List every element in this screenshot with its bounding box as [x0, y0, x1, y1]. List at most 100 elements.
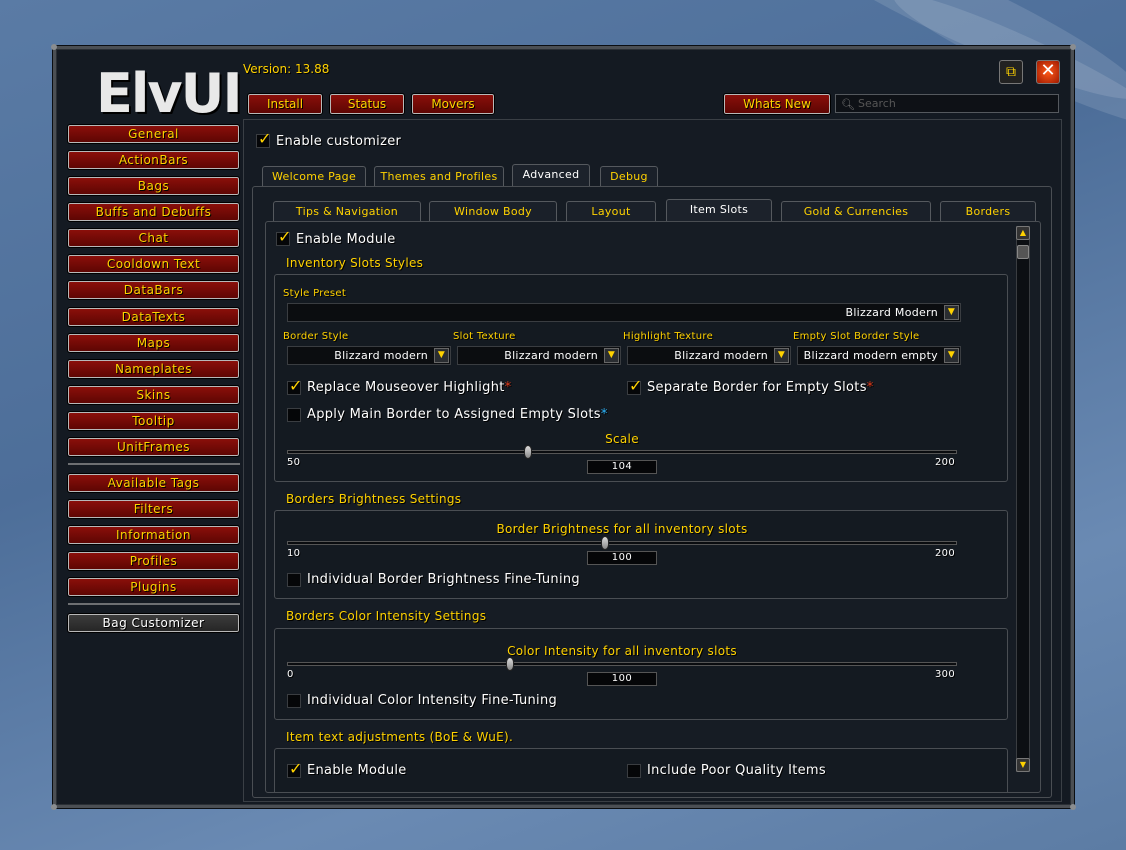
replace-mouseover-label: Replace Mouseover Highlight* [307, 380, 512, 395]
brightness-fine-tune-checkbox[interactable] [287, 573, 301, 587]
separate-border-checkbox[interactable]: ✓ [627, 376, 642, 395]
nav-information[interactable]: Information [67, 525, 240, 545]
nav-buffs-debuffs[interactable]: Buffs and Debuffs [67, 202, 240, 222]
tab-borders[interactable]: Borders [940, 201, 1036, 221]
brightness-value-input[interactable]: 100 [587, 551, 657, 565]
nav-divider [68, 603, 240, 605]
brightness-slider[interactable] [287, 536, 957, 550]
empty-slot-border-dropdown[interactable]: Blizzard modern empty ▼ [797, 346, 961, 365]
search-icon: 🔍︎ [841, 98, 855, 111]
whats-new-button[interactable]: Whats New [723, 93, 831, 115]
install-button[interactable]: Install [247, 93, 323, 115]
nav-bag-customizer[interactable]: Bag Customizer [67, 613, 240, 633]
status-button[interactable]: Status [329, 93, 405, 115]
tab-welcome-page[interactable]: Welcome Page [262, 166, 366, 186]
style-preset-dropdown[interactable]: Blizzard Modern ▼ [287, 303, 961, 322]
intensity-fine-tune-checkbox[interactable] [287, 694, 301, 708]
check-icon: ✓ [289, 759, 303, 778]
toggle-size-icon[interactable]: ⧉ [999, 60, 1023, 84]
highlight-texture-dropdown[interactable]: Blizzard modern ▼ [627, 346, 791, 365]
tab-debug[interactable]: Debug [600, 166, 658, 186]
resize-handle[interactable] [1070, 804, 1076, 810]
tab-layout[interactable]: Layout [566, 201, 656, 221]
tab-window-body[interactable]: Window Body [429, 201, 557, 221]
search-input[interactable]: 🔍︎ Search [835, 94, 1059, 113]
close-icon[interactable]: ✕ [1036, 60, 1060, 84]
border-style-dropdown[interactable]: Blizzard modern ▼ [287, 346, 451, 365]
border-style-label: Border Style [283, 331, 349, 342]
intensity-min: 0 [287, 669, 294, 680]
scroll-down-icon[interactable]: ▼ [1016, 758, 1030, 772]
elvui-logo: ElvUI [96, 62, 243, 125]
style-preset-label: Style Preset [283, 288, 347, 299]
nav-available-tags[interactable]: Available Tags [67, 473, 240, 493]
intensity-value-input[interactable]: 100 [587, 672, 657, 686]
inventory-slots-title: Inventory Slots Styles [286, 256, 424, 270]
nav-unitframes[interactable]: UnitFrames [67, 437, 240, 457]
dropdown-arrow-icon: ▼ [434, 348, 449, 363]
nav-profiles[interactable]: Profiles [67, 551, 240, 571]
slider-thumb[interactable] [506, 657, 515, 671]
dropdown-arrow-icon: ▼ [604, 348, 619, 363]
window-corner [51, 44, 57, 50]
intensity-group: Color Intensity for all inventory slots … [274, 628, 1008, 720]
intensity-max: 300 [935, 669, 955, 680]
enable-customizer-label: Enable customizer [276, 134, 402, 149]
check-icon: ✓ [258, 129, 272, 148]
intensity-slider[interactable] [287, 657, 957, 671]
nav-databars[interactable]: DataBars [67, 280, 240, 300]
slot-texture-dropdown[interactable]: Blizzard modern ▼ [457, 346, 621, 365]
tab-themes-profiles[interactable]: Themes and Profiles [374, 166, 504, 186]
scrollbar[interactable]: ▲ ▼ [1016, 226, 1030, 772]
dropdown-arrow-icon: ▼ [944, 305, 959, 320]
enable-customizer-checkbox[interactable]: ✓ [256, 129, 271, 148]
replace-mouseover-checkbox[interactable]: ✓ [287, 376, 302, 395]
intensity-slider-label: Color Intensity for all inventory slots [507, 644, 737, 658]
intensity-title: Borders Color Intensity Settings [286, 609, 487, 623]
item-text-enable-checkbox[interactable]: ✓ [287, 759, 302, 778]
window-corner [1070, 44, 1076, 50]
nav-actionbars[interactable]: ActionBars [67, 150, 240, 170]
elvui-config-window: ElvUI General ActionBars Bags Buffs and … [51, 44, 1076, 810]
scale-value-input[interactable]: 104 [587, 460, 657, 474]
nav-chat[interactable]: Chat [67, 228, 240, 248]
scrollbar-thumb[interactable] [1017, 245, 1029, 259]
nav-cooldown-text[interactable]: Cooldown Text [67, 254, 240, 274]
scale-slider[interactable] [287, 445, 957, 459]
brightness-group: Border Brightness for all inventory slot… [274, 510, 1008, 599]
highlight-texture-label: Highlight Texture [623, 331, 714, 342]
apply-main-border-checkbox[interactable] [287, 408, 301, 422]
item-text-enable-label: Enable Module [307, 763, 407, 778]
nav-tooltip[interactable]: Tooltip [67, 411, 240, 431]
nav-divider [68, 463, 240, 465]
slot-texture-label: Slot Texture [453, 331, 516, 342]
nav-skins[interactable]: Skins [67, 385, 240, 405]
enable-module-checkbox[interactable]: ✓ [276, 227, 291, 246]
movers-button[interactable]: Movers [411, 93, 495, 115]
include-poor-checkbox[interactable] [627, 764, 641, 778]
separate-border-label: Separate Border for Empty Slots* [647, 380, 874, 395]
tab-tips-navigation[interactable]: Tips & Navigation [273, 201, 421, 221]
scale-label: Scale [605, 432, 639, 446]
nav-datatexts[interactable]: DataTexts [67, 307, 240, 327]
nav-general[interactable]: General [67, 124, 240, 144]
scroll-up-icon[interactable]: ▲ [1016, 226, 1030, 240]
slider-thumb[interactable] [524, 445, 533, 459]
check-icon: ✓ [289, 376, 303, 395]
nav-filters[interactable]: Filters [67, 499, 240, 519]
empty-slot-border-label: Empty Slot Border Style [793, 331, 920, 342]
dropdown-arrow-icon: ▼ [774, 348, 789, 363]
nav-maps[interactable]: Maps [67, 333, 240, 353]
nav-plugins[interactable]: Plugins [67, 577, 240, 597]
nav-bags[interactable]: Bags [67, 176, 240, 196]
tab-advanced[interactable]: Advanced [512, 164, 590, 186]
tab-gold-currencies[interactable]: Gold & Currencies [781, 201, 931, 221]
intensity-fine-tune-label: Individual Color Intensity Fine-Tuning [307, 693, 558, 708]
slot-texture-value: Blizzard modern [504, 349, 598, 362]
nav-nameplates[interactable]: Nameplates [67, 359, 240, 379]
tab-item-slots[interactable]: Item Slots [666, 199, 772, 221]
slider-thumb[interactable] [600, 536, 609, 550]
check-icon: ✓ [629, 376, 643, 395]
content-area: ✓ Enable customizer Welcome Page Themes … [243, 119, 1062, 802]
dropdown-arrow-icon: ▼ [944, 348, 959, 363]
